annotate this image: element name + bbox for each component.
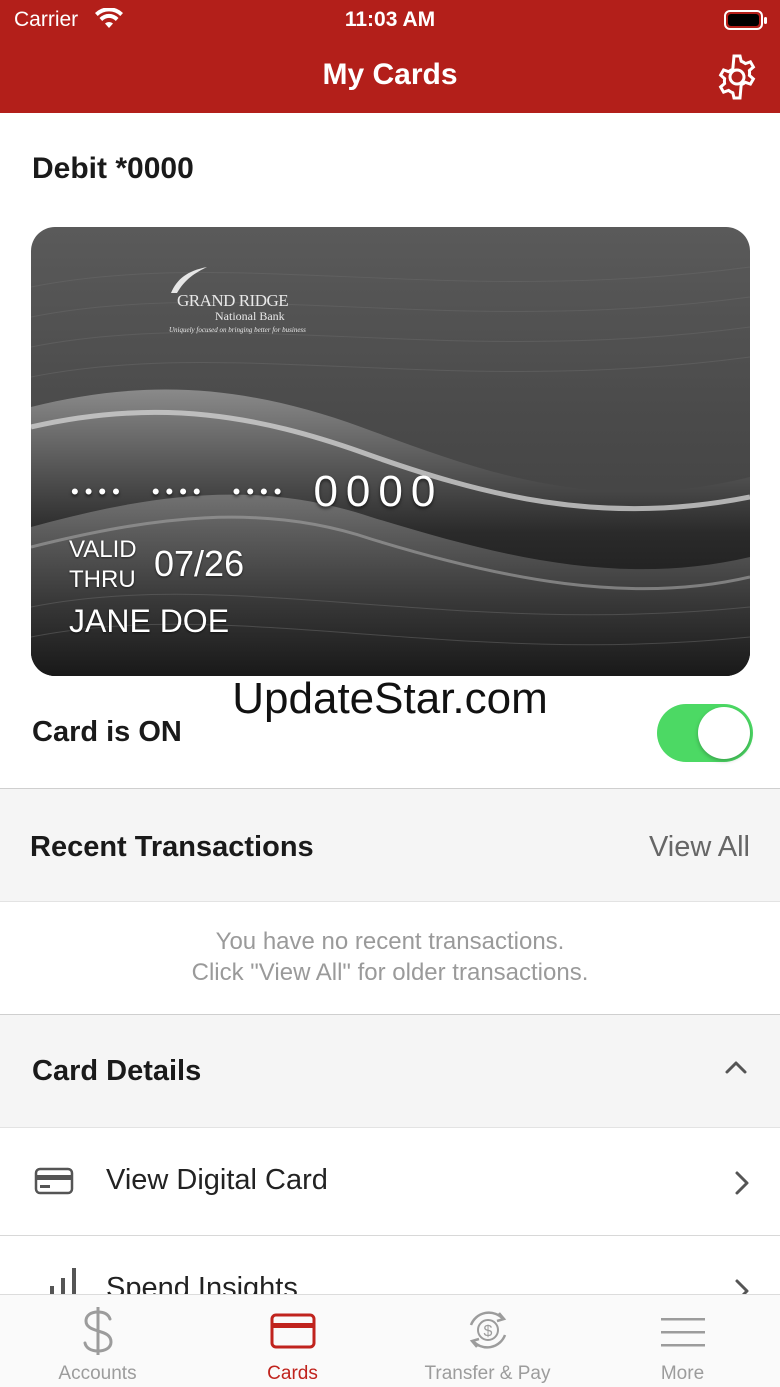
recent-transactions-title: Recent Transactions [30,831,314,863]
valid-label-line2: THRU [69,566,136,593]
empty-message-line2: Click "View All" for older transactions. [191,959,589,986]
status-time: 11:03 AM [344,8,436,31]
tab-bar: Accounts Cards $ Transfer & Pay More [0,1294,780,1387]
tab-more-label: More [660,1363,705,1384]
bank-subtitle: National Bank [215,309,285,323]
menu-icon [660,1318,705,1347]
feather-icon [171,267,207,293]
card-on-toggle[interactable] [657,704,753,762]
empty-message-line1: You have no recent transactions. [215,928,565,955]
card-number-group: •••• [151,479,207,504]
card-holder-name: JANE DOE [69,603,230,639]
debit-card-image[interactable]: GRAND RIDGE National Bank Uniquely focus… [31,227,750,676]
valid-thru-label: VALID THRU [69,535,137,595]
card-status-label: Card is ON [32,716,182,748]
card-details-title: Card Details [32,1055,202,1087]
tab-cards[interactable]: Cards [195,1295,390,1387]
tab-accounts-label: Accounts [58,1363,137,1384]
card-number-group: •••• [71,479,126,504]
card-number-group: •••• [232,479,288,504]
card-number: •••• •••• •••• 0000 [71,467,443,517]
view-all-link[interactable]: View All [649,831,750,864]
dollar-icon [83,1307,113,1355]
top-bar: Carrier 11:03 AM My Cards [0,0,780,113]
tab-transfer-label: Transfer & Pay [424,1363,551,1384]
card-expiry: 07/26 [154,543,245,584]
status-bar: Carrier 11:03 AM [0,0,780,40]
valid-label-line1: VALID [69,536,137,563]
card-icon [270,1313,315,1349]
toggle-knob [698,707,750,759]
view-digital-card-label: View Digital Card [106,1164,328,1196]
card-last4: 0000 [313,467,444,516]
svg-text:$: $ [483,1323,492,1340]
page-title: My Cards [322,58,458,91]
chevron-up-icon[interactable] [724,1059,748,1075]
bank-logo: GRAND RIDGE National Bank Uniquely focus… [167,265,306,334]
view-digital-card-row[interactable]: View Digital Card [0,1128,780,1236]
tab-transfer-pay[interactable]: $ Transfer & Pay [390,1295,585,1387]
tab-cards-label: Cards [267,1363,318,1384]
card-details-header[interactable]: Card Details [0,1014,780,1128]
gear-icon[interactable] [712,52,762,102]
battery-icon [724,10,767,30]
empty-transactions-message: You have no recent transactions. Click "… [0,926,780,988]
tab-accounts[interactable]: Accounts [0,1295,195,1387]
tab-more[interactable]: More [585,1295,780,1387]
recent-transactions-header: Recent Transactions View All [0,788,780,902]
card-name: Debit *0000 [32,152,194,185]
chevron-right-icon [735,1171,749,1195]
credit-card-icon [34,1167,74,1195]
transfer-icon: $ [469,1311,506,1349]
bank-tagline: Uniquely focused on bringing better for … [169,326,306,334]
